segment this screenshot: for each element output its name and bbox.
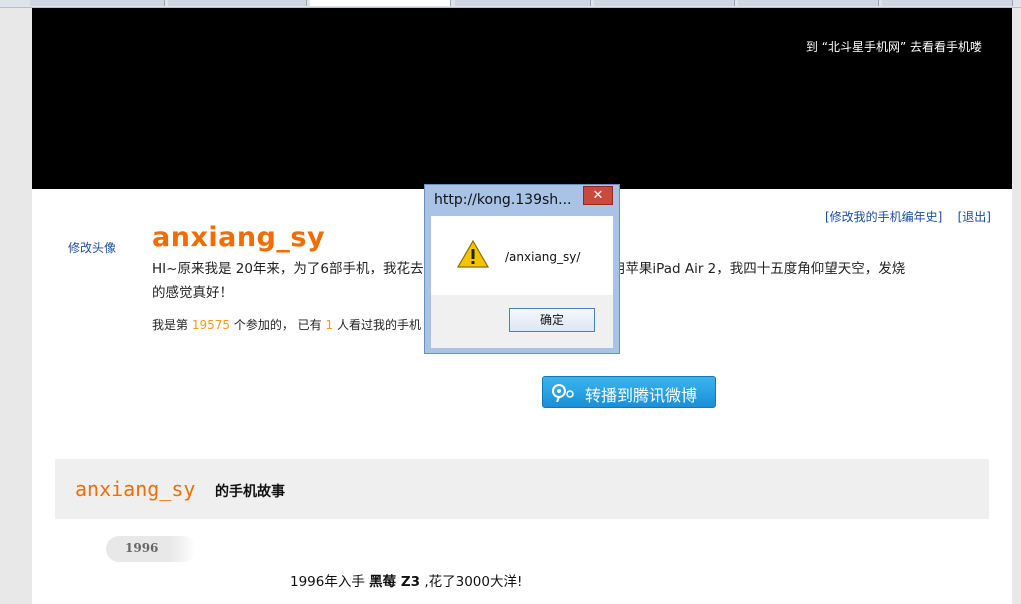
top-banner: 到 “北斗星手机网” 去看看手机喽 <box>32 8 1012 189</box>
timeline-entry: 1996年入手 黑莓 Z3 ,花了3000大洋! <box>290 570 522 590</box>
dialog-body: /anxiang_sy/ <box>431 216 613 295</box>
dialog-message: /anxiang_sy/ <box>505 250 581 264</box>
stats-mid: 个参加的， 已有 <box>233 318 322 332</box>
browser-tab[interactable] <box>30 0 165 6</box>
timeline-year: 1996 <box>106 536 196 562</box>
entry-phone: 黑莓 Z3 <box>369 574 421 590</box>
browser-tab[interactable] <box>455 0 591 6</box>
alert-dialog: http://kong.139sh... ✕ /anxiang_sy/ 确定 <box>424 184 620 354</box>
edit-history-link[interactable]: [修改我的手机编年史] <box>825 210 942 224</box>
story-username: anxiang_sy <box>75 477 196 501</box>
dialog-close-button[interactable]: ✕ <box>583 186 613 205</box>
dialog-title: http://kong.139sh... <box>434 192 572 208</box>
timeline-year-label: 1996 <box>125 541 159 555</box>
warning-icon <box>457 240 489 268</box>
browser-tab-strip <box>0 0 1021 8</box>
stats-suffix: 人看过我的手机 <box>336 318 421 332</box>
stats-prefix: 我是第 <box>152 318 189 332</box>
dialog-footer: 确定 <box>431 295 613 348</box>
browser-tab-active[interactable] <box>310 0 451 6</box>
logout-link[interactable]: [退出] <box>958 210 991 224</box>
entry-suffix: ,花了3000大洋! <box>420 574 523 590</box>
story-title: 的手机故事 <box>215 484 285 500</box>
profile-username: anxiang_sy <box>152 222 326 253</box>
story-header: anxiang_sy 的手机故事 <box>55 459 989 519</box>
entry-prefix: 1996年入手 <box>290 574 370 590</box>
browser-tab[interactable] <box>882 0 1013 6</box>
ok-button[interactable]: 确定 <box>509 308 595 332</box>
stats-rank: 19575 <box>191 318 231 332</box>
page-side-gutter <box>1012 8 1021 604</box>
tencent-weibo-icon <box>552 384 574 402</box>
share-to-weibo-button[interactable]: 转播到腾讯微博 <box>542 376 716 408</box>
stats-views: 1 <box>325 318 334 332</box>
share-to-weibo-label: 转播到腾讯微博 <box>585 386 698 405</box>
browser-tab[interactable] <box>594 0 735 6</box>
browser-tab[interactable] <box>738 0 879 6</box>
banner-link[interactable]: 到 “北斗星手机网” 去看看手机喽 <box>806 38 982 55</box>
header-links: [修改我的手机编年史] [退出] <box>825 208 991 225</box>
browser-tab[interactable] <box>168 0 307 6</box>
profile-stats: 我是第 19575 个参加的， 已有 1 人看过我的手机 <box>152 316 421 333</box>
edit-avatar-link[interactable]: 修改头像 <box>68 239 116 256</box>
